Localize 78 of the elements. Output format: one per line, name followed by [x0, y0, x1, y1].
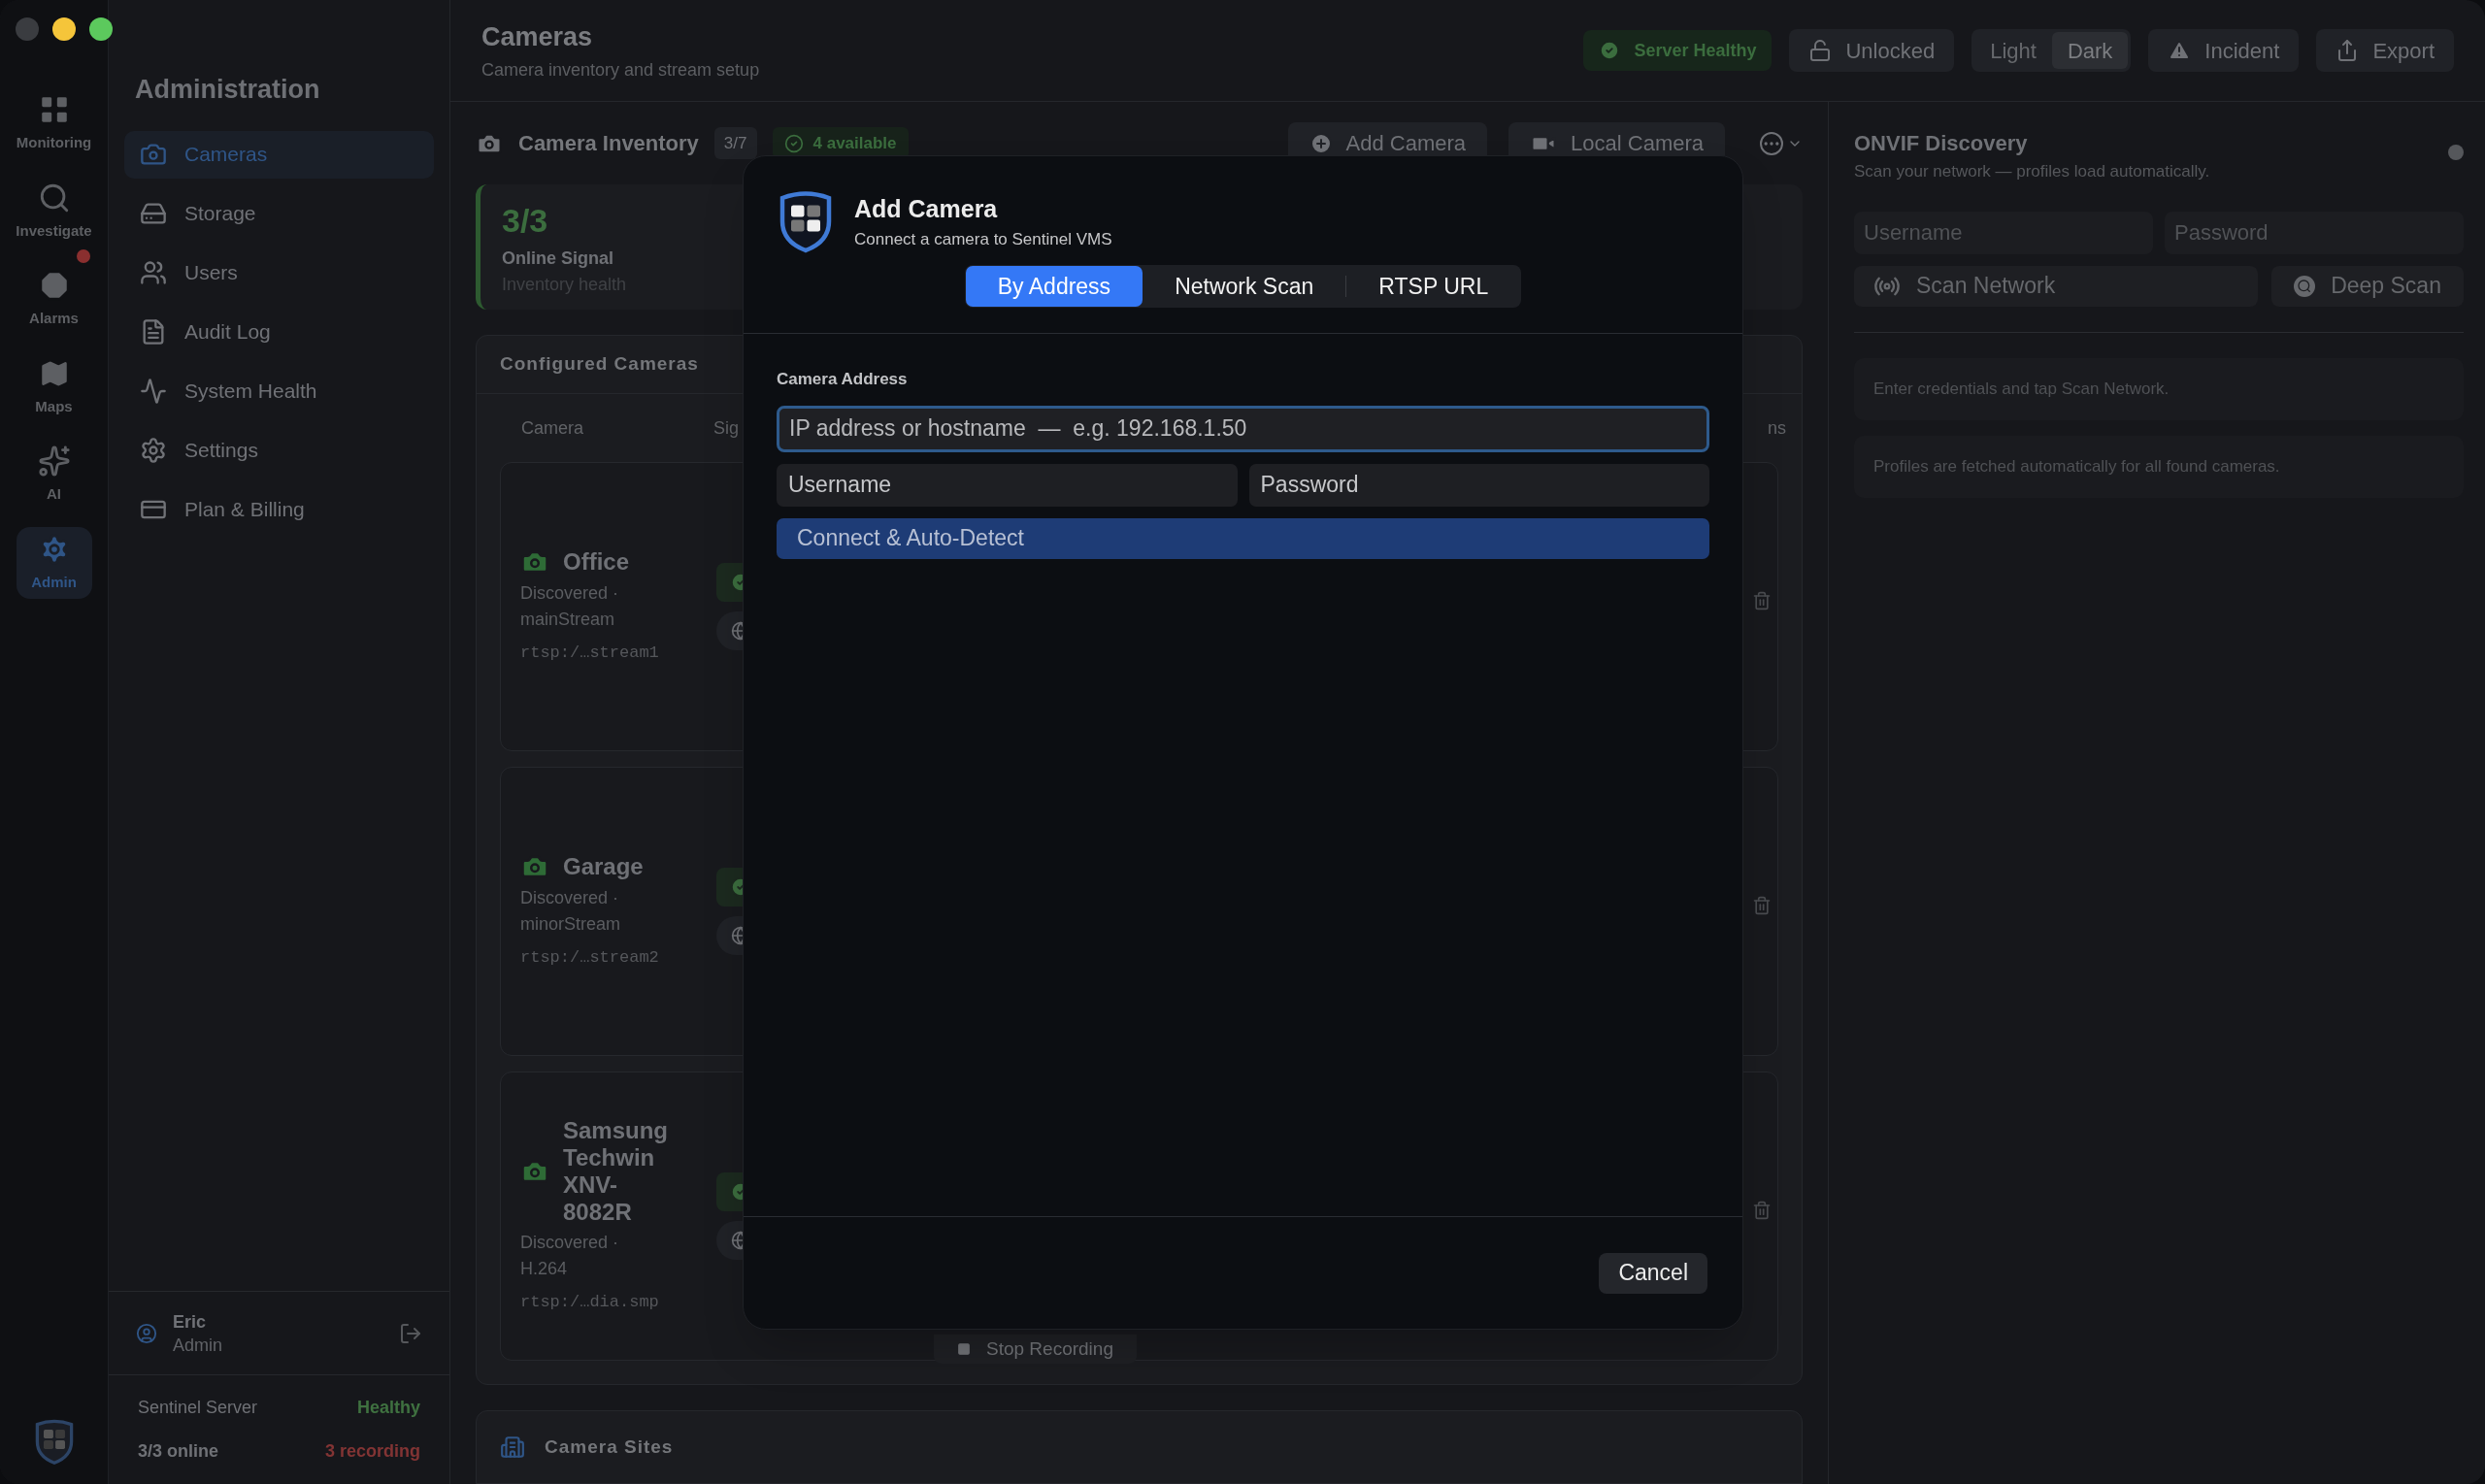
- more-icon: [1760, 131, 1783, 155]
- stop-recording-button[interactable]: Stop Recording: [934, 1335, 1137, 1365]
- cancel-button[interactable]: Cancel: [1599, 1252, 1707, 1294]
- dialog-subtitle: Connect a camera to Sentinel VMS: [854, 229, 1112, 250]
- server-health-badge: Server Healthy: [1583, 30, 1773, 71]
- camera-detail: Discovered · H.264: [520, 1232, 620, 1281]
- rail-item[interactable]: Maps: [16, 350, 92, 423]
- address-field[interactable]: IP address or hostname — e.g. 192.168.1.50: [777, 405, 1709, 452]
- trash-icon: [1752, 1201, 1772, 1221]
- page-subtitle: Camera inventory and stream setup: [481, 58, 760, 82]
- camera-name: Samsung Techwin XNV-8082R: [563, 1117, 670, 1227]
- check-icon: [1599, 40, 1621, 61]
- search-icon: [2294, 275, 2316, 297]
- pulse-icon: [140, 378, 167, 405]
- rail-item[interactable]: Alarms: [16, 263, 92, 336]
- mode-tab[interactable]: Network Scan: [1143, 266, 1346, 307]
- sidebar-item[interactable]: Audit Log: [124, 308, 434, 356]
- connect-button[interactable]: Connect & Auto-Detect: [777, 517, 1709, 559]
- building-icon: [500, 1435, 525, 1461]
- column-header: ns: [1768, 416, 1786, 440]
- sparkle-icon: [37, 445, 71, 478]
- dialog-title: Add Camera: [854, 193, 999, 224]
- column-header: Camera: [521, 416, 585, 440]
- stat-label: Online Signal: [502, 247, 613, 271]
- rail-item[interactable]: Investigate: [16, 175, 92, 247]
- unlocked-padlock-icon: [1808, 39, 1833, 62]
- check-icon: [783, 133, 804, 153]
- rail-item[interactable]: Monitoring: [16, 87, 92, 160]
- lock-button[interactable]: Unlocked: [1789, 29, 1955, 72]
- online-count: 3/3 online: [138, 1440, 219, 1463]
- theme-option[interactable]: Dark: [2051, 32, 2129, 69]
- incident-button[interactable]: Incident: [2148, 29, 2300, 72]
- stream-url: rtsp:/…stream1: [520, 643, 660, 665]
- stop-icon: [957, 1342, 971, 1357]
- stream-url: rtsp:/…stream2: [520, 947, 660, 970]
- page-title: Cameras: [481, 21, 594, 54]
- settings-icon: [140, 437, 167, 464]
- camera-detail: Discovered · mainStream: [520, 582, 620, 632]
- stream-url: rtsp:/…dia.smp: [520, 1292, 660, 1314]
- scan-network-button[interactable]: Scan Network: [1854, 265, 2259, 307]
- card-title: Camera Sites: [545, 1435, 674, 1459]
- export-button[interactable]: Export: [2316, 29, 2454, 72]
- camera-name: Office: [563, 548, 630, 577]
- server-label: Sentinel Server: [138, 1397, 258, 1419]
- user-name: Eric: [173, 1310, 208, 1334]
- sidebar-title: Administration: [135, 74, 321, 106]
- mode-tab[interactable]: RTSP URL: [1346, 266, 1521, 307]
- sidebar-item[interactable]: Plan & Billing: [124, 485, 434, 534]
- sidebar-item[interactable]: Cameras: [124, 130, 434, 179]
- user-role: Admin: [173, 1334, 223, 1357]
- server-status: Healthy: [356, 1397, 420, 1419]
- users-icon: [140, 259, 167, 286]
- section-title: Camera Inventory: [518, 130, 699, 158]
- sidebar-item[interactable]: Users: [124, 248, 434, 297]
- field-label: Camera Address: [777, 369, 909, 390]
- theme-option[interactable]: Light: [1974, 32, 2052, 69]
- camera-detail: Discovered · minorStream: [520, 887, 622, 937]
- username-field[interactable]: Username: [777, 463, 1238, 507]
- panel-title: ONVIF Discovery: [1854, 130, 2029, 157]
- panel-subtitle: Scan your network — profiles load automatically.: [1854, 161, 2210, 182]
- trash-icon: [1752, 896, 1772, 916]
- password-field[interactable]: Password: [1248, 463, 1709, 507]
- stat-value: 3/3: [502, 201, 548, 242]
- sidebar-item[interactable]: Storage: [124, 189, 434, 238]
- user-icon: [136, 1322, 157, 1344]
- sidebar-item[interactable]: System Health: [124, 367, 434, 415]
- trash-icon: [1752, 591, 1772, 611]
- logout-button[interactable]: [399, 1321, 422, 1345]
- deep-scan-button[interactable]: Deep Scan: [2271, 265, 2464, 307]
- rail-item[interactable]: AI: [16, 439, 92, 511]
- count-badge: 3/7: [713, 126, 757, 160]
- rail-item[interactable]: Admin: [16, 526, 92, 599]
- recording-count: 3 recording: [324, 1440, 420, 1463]
- sidebar-item[interactable]: Settings: [124, 426, 434, 475]
- column-header: Sig: [713, 416, 739, 440]
- mode-tab[interactable]: By Address: [965, 266, 1143, 307]
- camera-name: Garage: [563, 853, 645, 881]
- logout-icon: [399, 1321, 422, 1345]
